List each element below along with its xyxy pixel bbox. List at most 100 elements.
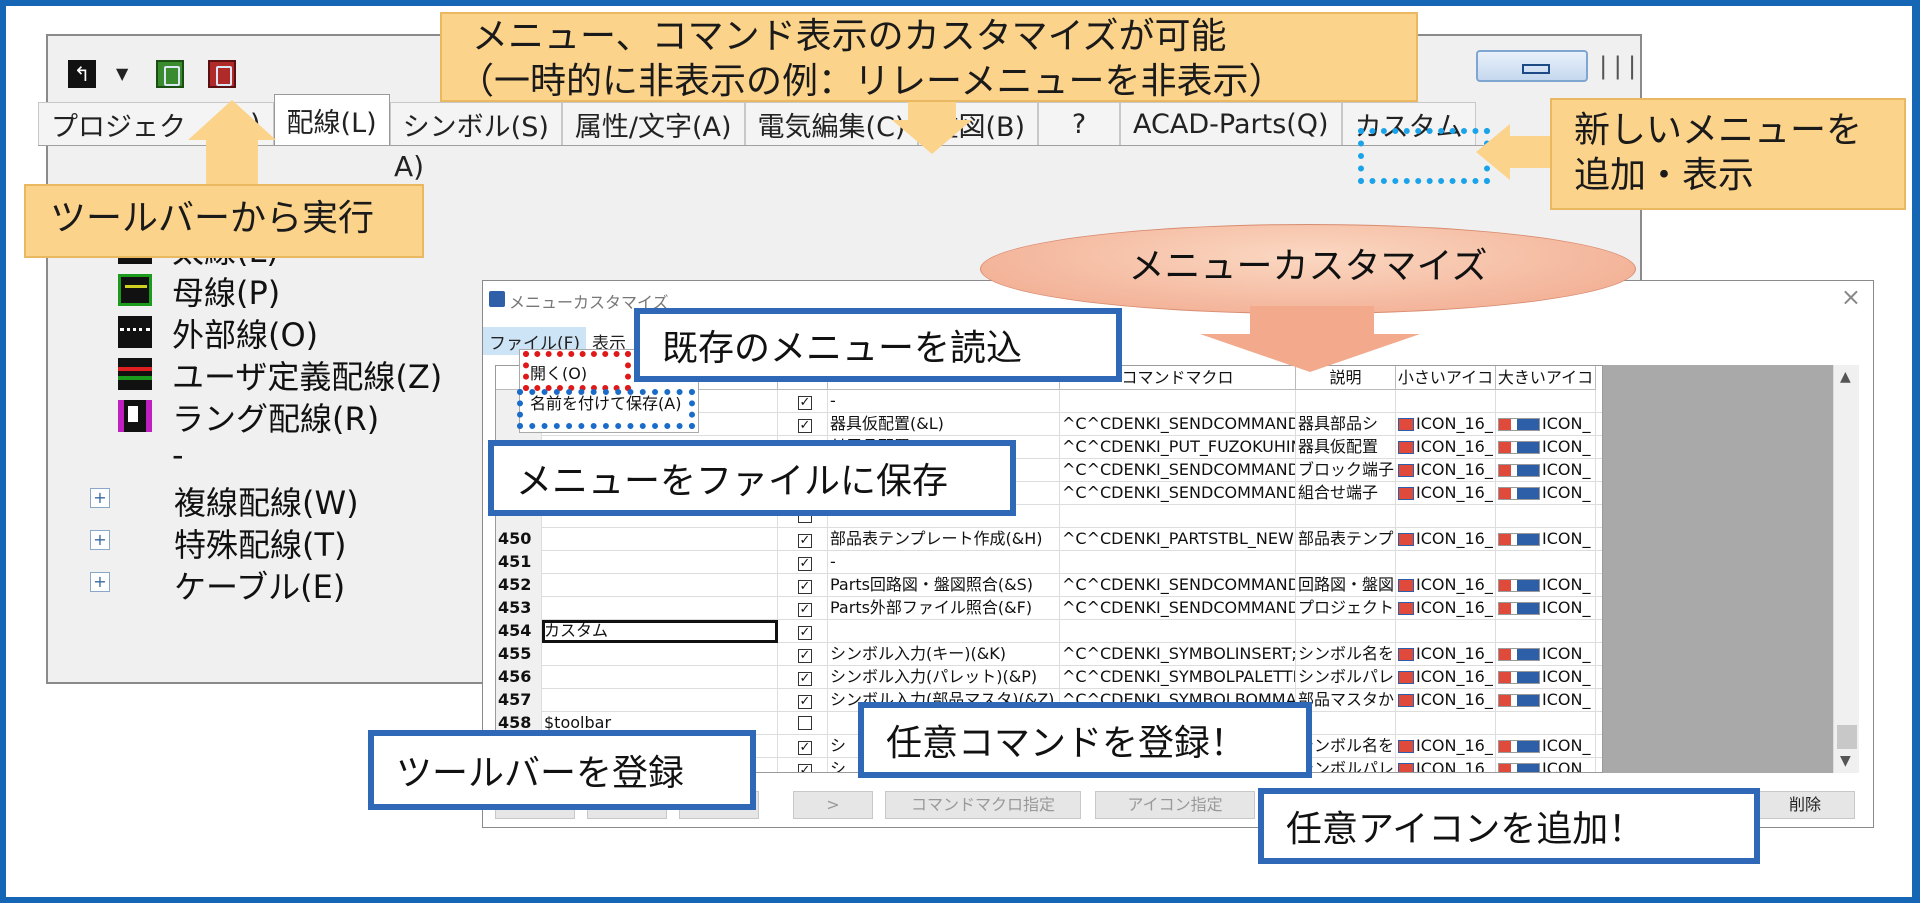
vertical-scrollbar[interactable]: ▲ ▼ [1833, 365, 1859, 773]
row-number[interactable]: 453 [496, 597, 542, 620]
expand-icon[interactable]: + [90, 530, 110, 550]
description-cell[interactable]: ブロック端子 [1296, 459, 1396, 482]
big-icon-cell[interactable] [1496, 551, 1596, 574]
visible-checkbox[interactable]: ✓ [778, 620, 828, 643]
tab-help[interactable]: ? [1038, 102, 1121, 146]
small-icon-cell[interactable]: ICON_16_ [1396, 574, 1496, 597]
caption-cell[interactable]: - [828, 390, 1060, 413]
command-macro-cell[interactable] [1060, 551, 1296, 574]
caption-cell[interactable]: - [828, 551, 1060, 574]
small-icon-cell[interactable] [1396, 620, 1496, 643]
command-macro-cell[interactable]: ^C^CDENKI_SENDCOMMAND_ [1060, 482, 1296, 505]
description-cell[interactable]: シンボル名を [1296, 643, 1396, 666]
small-icon-cell[interactable]: ICON_16_ [1396, 436, 1496, 459]
checkbox[interactable]: ✓ [798, 672, 812, 686]
description-cell[interactable] [1296, 390, 1396, 413]
minimize-button[interactable] [1476, 50, 1588, 82]
menu-name-cell[interactable] [542, 597, 778, 620]
small-icon-cell[interactable]: ICON_16_ [1396, 528, 1496, 551]
small-icon-cell[interactable]: ICON_16_ [1396, 597, 1496, 620]
visible-checkbox[interactable]: ✓ [778, 597, 828, 620]
tab-symbol[interactable]: シンボル(S) [389, 102, 562, 146]
row-number[interactable]: 450 [496, 528, 542, 551]
caption-cell[interactable]: シンボル入力(キー)(&K) [828, 643, 1060, 666]
description-cell[interactable]: 部品表テンプ [1296, 528, 1396, 551]
description-cell[interactable]: 器具部品シ [1296, 413, 1396, 436]
small-icon-cell[interactable]: ICON_16_ [1396, 643, 1496, 666]
small-icon-cell[interactable] [1396, 551, 1496, 574]
visible-checkbox[interactable]: ✓ [778, 735, 828, 758]
visible-checkbox[interactable]: ✓ [778, 643, 828, 666]
toolbar-command-icon[interactable] [156, 60, 184, 88]
menu-name-cell[interactable] [542, 666, 778, 689]
caption-cell[interactable]: Parts回路図・盤図照合(&S) [828, 574, 1060, 597]
chevron-down-icon[interactable]: ▼ [116, 64, 144, 92]
checkbox[interactable]: ✓ [798, 626, 812, 640]
checkbox[interactable]: ✓ [798, 649, 812, 663]
description-cell[interactable]: プロジェクト内 [1296, 597, 1396, 620]
tab-acad-parts[interactable]: ACAD-Parts(Q) [1120, 102, 1342, 146]
small-icon-cell[interactable]: ICON_16_ [1396, 689, 1496, 712]
checkbox[interactable]: ✓ [798, 741, 812, 755]
command-macro-cell[interactable]: ^C^CDENKI_SYMBOLINSERT; [1060, 643, 1296, 666]
small-icon-cell[interactable] [1396, 390, 1496, 413]
menu-name-cell[interactable] [542, 643, 778, 666]
scroll-thumb[interactable] [1837, 725, 1857, 749]
big-icon-cell[interactable]: ICON_ [1496, 689, 1596, 712]
small-icon-cell[interactable]: ICON_16_ [1396, 758, 1496, 772]
description-cell[interactable]: 組合せ端子 [1296, 482, 1396, 505]
big-icon-cell[interactable]: ICON_ [1496, 643, 1596, 666]
command-macro-cell[interactable]: ^C^CDENKI_SYMBOLPALETTE [1060, 666, 1296, 689]
expand-icon[interactable]: + [90, 572, 110, 592]
big-icon-cell[interactable]: ICON_ [1496, 482, 1596, 505]
caption-cell[interactable]: 部品表テンプレート作成(&H) [828, 528, 1060, 551]
menu-name-cell[interactable] [542, 574, 778, 597]
command-macro-cell[interactable]: ^C^CDENKI_SENDCOMMAND_ [1060, 459, 1296, 482]
command-macro-cell[interactable]: ^C^CDENKI_PUT_FUZOKUHIN [1060, 436, 1296, 459]
description-cell[interactable] [1296, 620, 1396, 643]
big-icon-cell[interactable]: ICON_ [1496, 436, 1596, 459]
description-cell[interactable]: シンボルパレッ [1296, 666, 1396, 689]
big-icon-cell[interactable]: ICON_ [1496, 597, 1596, 620]
expand-icon[interactable]: + [90, 488, 110, 508]
description-cell[interactable] [1296, 505, 1396, 528]
small-icon-cell[interactable] [1396, 712, 1496, 735]
col-header-big-icon[interactable]: 大きいアイコ [1496, 366, 1596, 390]
checkbox[interactable]: ✓ [798, 419, 812, 433]
menu-name-cell[interactable]: カスタム [542, 620, 778, 643]
table-row[interactable]: 456 ✓ シンボル入力(パレット)(&P) ^C^CDENKI_SYMBOLPALE… [496, 666, 1602, 689]
description-cell[interactable]: 器具仮配置 [1296, 436, 1396, 459]
big-icon-cell[interactable]: ICON_ [1496, 528, 1596, 551]
toolbar-command-icon-2[interactable] [208, 60, 236, 88]
big-icon-cell[interactable] [1496, 505, 1596, 528]
checkbox[interactable]: ✓ [798, 603, 812, 617]
command-macro-cell[interactable]: ^C^CDENKI_SENDCOMMAND_ [1060, 597, 1296, 620]
command-macro-cell[interactable] [1060, 505, 1296, 528]
visible-checkbox[interactable]: ✓ [778, 390, 828, 413]
big-icon-cell[interactable] [1496, 620, 1596, 643]
table-row[interactable]: 455 ✓ シンボル入力(キー)(&K) ^C^CDENKI_SYMBOLINSERT… [496, 643, 1602, 666]
row-number[interactable]: 457 [496, 689, 542, 712]
row-number[interactable]: 451 [496, 551, 542, 574]
next-button[interactable]: > [793, 791, 873, 819]
big-icon-cell[interactable]: ICON_ [1496, 413, 1596, 436]
command-macro-cell[interactable] [1060, 620, 1296, 643]
big-icon-cell[interactable]: ICON_ [1496, 459, 1596, 482]
checkbox[interactable]: ✓ [798, 557, 812, 571]
checkbox[interactable]: ✓ [798, 580, 812, 594]
row-number[interactable]: 456 [496, 666, 542, 689]
close-icon[interactable]: × [1841, 283, 1861, 311]
visible-checkbox[interactable]: ✓ [778, 413, 828, 436]
big-icon-cell[interactable]: ICON_ [1496, 735, 1596, 758]
command-macro-cell[interactable] [1060, 390, 1296, 413]
menu-name-cell[interactable] [542, 551, 778, 574]
big-icon-cell[interactable]: ICON_ [1496, 574, 1596, 597]
caption-cell[interactable] [828, 620, 1060, 643]
row-number[interactable]: 454 [496, 620, 542, 643]
table-row[interactable]: 450 ✓ 部品表テンプレート作成(&H) ^C^CDENKI_PARTSTBL_NE… [496, 528, 1602, 551]
table-row[interactable]: 454 カスタム ✓ [496, 620, 1602, 643]
row-number[interactable]: 452 [496, 574, 542, 597]
small-icon-cell[interactable] [1396, 505, 1496, 528]
visible-checkbox[interactable] [778, 712, 828, 735]
tab-wiring[interactable]: 配線(L) [273, 94, 390, 146]
